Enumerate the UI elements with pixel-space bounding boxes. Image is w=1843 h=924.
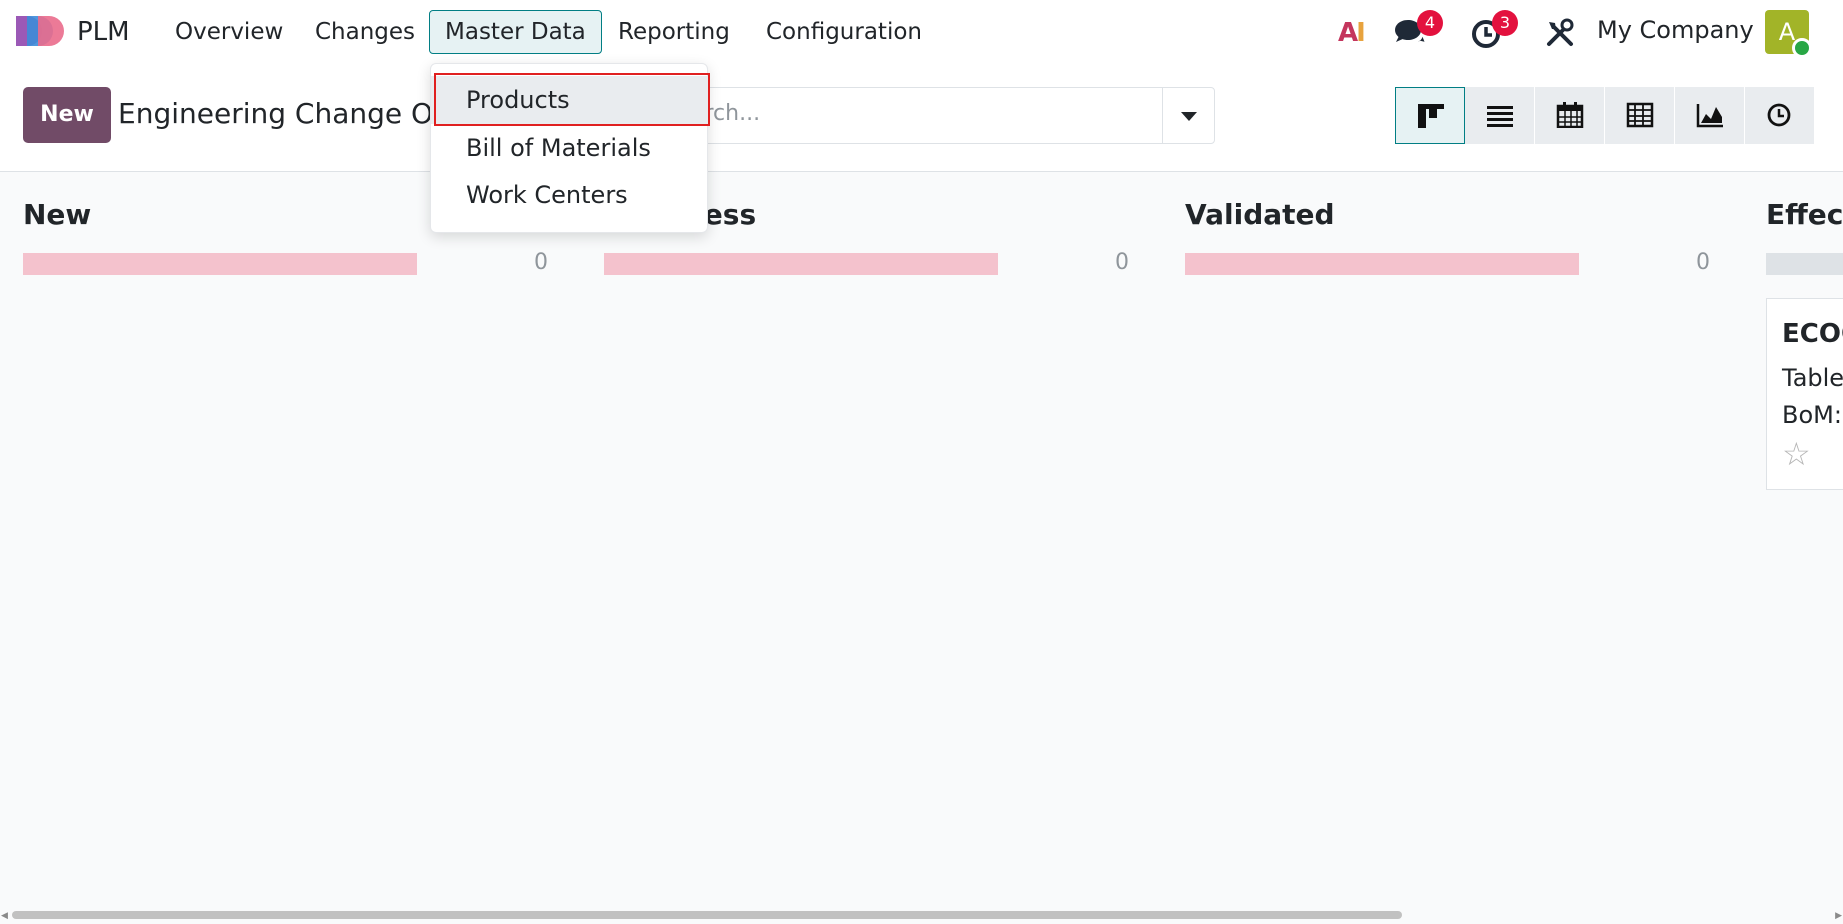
column-title-validated[interactable]: Validated (1185, 198, 1335, 231)
company-switcher[interactable]: My Company (1597, 16, 1754, 44)
list-icon (1487, 106, 1513, 127)
column-progress-effective[interactable] (1766, 253, 1843, 275)
card-bom: BoM: (1782, 401, 1842, 429)
highlight-box (434, 73, 710, 126)
kanban-card[interactable]: ECOO Table BoM: ☆ (1766, 298, 1843, 490)
column-count-new: 0 (534, 250, 548, 275)
list-view-button[interactable] (1465, 87, 1535, 144)
ai-icon[interactable]: AI (1338, 18, 1366, 48)
messages-badge: 4 (1417, 10, 1443, 36)
view-switcher (1395, 87, 1815, 144)
column-progress-in-progress[interactable] (604, 253, 998, 275)
column-count-validated: 0 (1696, 250, 1710, 275)
graph-icon (1696, 104, 1723, 128)
activity-icon (1767, 103, 1791, 127)
card-product: Table (1782, 364, 1843, 392)
tools-icon[interactable] (1543, 16, 1577, 50)
calendar-view-button[interactable] (1535, 87, 1605, 144)
new-button[interactable]: New (23, 87, 111, 143)
kanban-icon (1418, 104, 1444, 128)
graph-view-button[interactable] (1675, 87, 1745, 144)
column-title-effective[interactable]: Effect (1766, 198, 1843, 231)
dropdown-item-bill-of-materials[interactable]: Bill of Materials (431, 124, 709, 172)
scrollbar-thumb[interactable] (12, 911, 1402, 919)
menu-reporting[interactable]: Reporting (603, 10, 745, 54)
search-options-toggle[interactable] (1162, 88, 1214, 143)
dropdown-item-work-centers[interactable]: Work Centers (431, 171, 709, 219)
odoo-logo-icon[interactable] (16, 14, 66, 50)
scroll-left-arrow-icon[interactable]: ◀ (1, 911, 8, 921)
horizontal-scrollbar[interactable]: ◀ ▶ (0, 909, 1843, 924)
menu-overview[interactable]: Overview (160, 10, 298, 54)
column-title-new[interactable]: New (23, 198, 91, 231)
card-title: ECOO (1782, 319, 1843, 349)
column-progress-new[interactable] (23, 253, 417, 275)
menu-master-data[interactable]: Master Data (429, 10, 602, 54)
kanban-view-button[interactable] (1395, 87, 1465, 144)
search-box[interactable]: arch... (680, 87, 1215, 144)
app-name[interactable]: PLM (77, 17, 130, 47)
breadcrumb-title: Engineering Change Or (118, 97, 445, 130)
kanban-card-clip: ECOO Table BoM: ☆ (1766, 298, 1843, 490)
star-icon[interactable]: ☆ (1782, 435, 1811, 473)
control-panel: New Engineering Change Or arch... (0, 64, 1843, 172)
pivot-icon (1626, 102, 1654, 128)
column-progress-validated[interactable] (1185, 253, 1579, 275)
caret-down-icon (1181, 112, 1197, 121)
column-count-in-progress: 0 (1115, 250, 1129, 275)
menu-changes[interactable]: Changes (300, 10, 430, 54)
online-status-indicator (1792, 38, 1812, 58)
main-navbar: PLM Overview Changes Master Data Reporti… (0, 0, 1843, 64)
activity-view-button[interactable] (1745, 87, 1815, 144)
menu-configuration[interactable]: Configuration (751, 10, 937, 54)
scroll-right-arrow-icon[interactable]: ▶ (1835, 911, 1842, 921)
pivot-view-button[interactable] (1605, 87, 1675, 144)
activities-badge: 3 (1492, 10, 1518, 36)
calendar-icon (1556, 102, 1584, 128)
